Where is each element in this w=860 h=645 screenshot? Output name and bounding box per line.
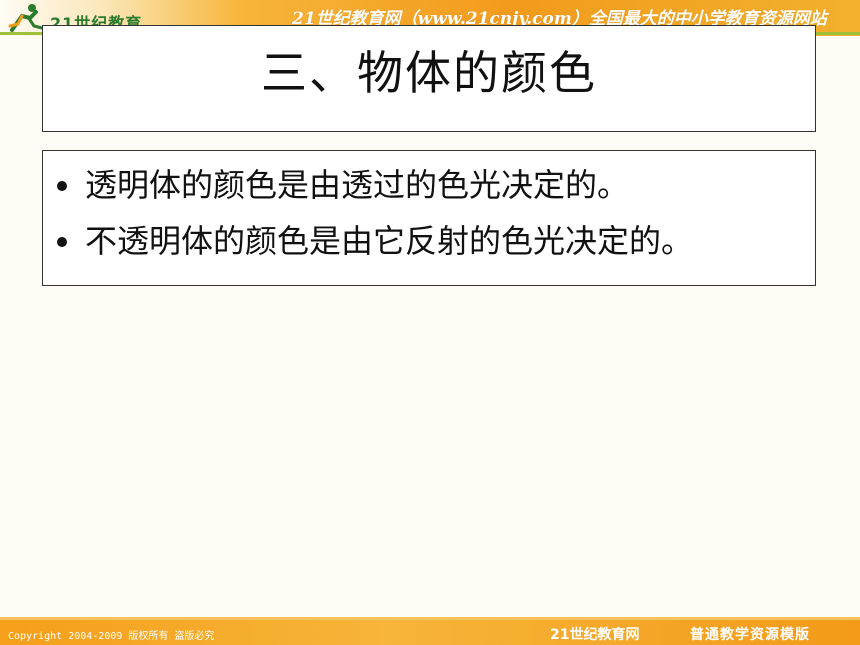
bullet-item: 不透明体的颜色是由它反射的色光决定的。 (53, 213, 809, 269)
slide-title-box: 三、物体的颜色 (42, 25, 816, 132)
slide-content-box: 透明体的颜色是由透过的色光决定的。 不透明体的颜色是由它反射的色光决定的。 (42, 150, 816, 286)
bullet-text: 不透明体的颜色是由它反射的色光决定的。 (85, 222, 694, 260)
bullet-item: 透明体的颜色是由透过的色光决定的。 (53, 157, 809, 213)
bullet-icon (57, 181, 67, 191)
copyright-notice: Copyright 2004-2009 版权所有 盗版必究 (8, 631, 215, 642)
slide-title: 三、物体的颜色 (261, 46, 597, 100)
footer-template-name: 普通教学资源模版 (690, 627, 810, 643)
bullet-text: 透明体的颜色是由透过的色光决定的。 (85, 166, 630, 204)
bullet-list: 透明体的颜色是由透过的色光决定的。 不透明体的颜色是由它反射的色光决定的。 (53, 157, 809, 269)
bullet-icon (57, 237, 67, 247)
footer-site-name: 21世纪教育网 (550, 627, 640, 643)
